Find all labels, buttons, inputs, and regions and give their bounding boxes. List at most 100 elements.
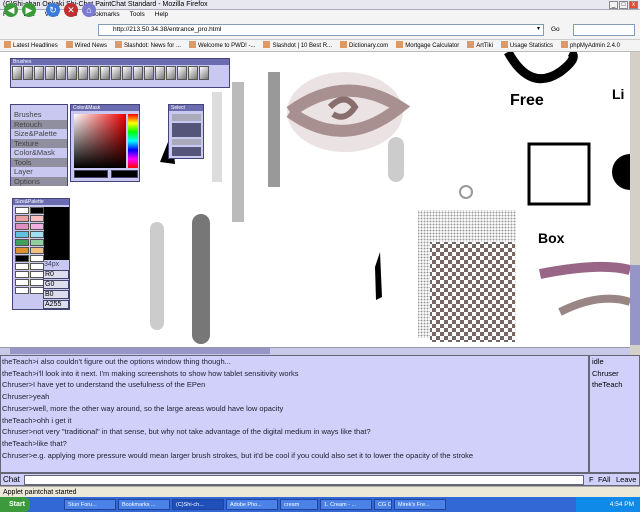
select-option[interactable] [172,139,201,145]
palette-swatch[interactable] [15,279,29,286]
brush-tool-button[interactable] [45,66,55,80]
palette-swatch[interactable] [30,247,44,254]
close-button[interactable]: x [629,1,638,9]
brush-tool-button[interactable] [188,66,198,80]
palette-swatch[interactable] [30,239,44,246]
palette-swatch[interactable] [30,231,44,238]
palette-swatch[interactable] [15,247,29,254]
taskbar-item[interactable]: (C)Shi-ch... [172,499,224,510]
hue-slider[interactable] [128,114,138,168]
brush-tool-button[interactable] [122,66,132,80]
bookmark-item[interactable]: Slashdot | 10 Best R... [263,40,332,51]
chat-input[interactable] [24,475,584,485]
palette-swatch[interactable] [15,271,29,278]
brush-tool-button[interactable] [199,66,209,80]
palette-swatch[interactable] [15,287,29,294]
palette-swatch[interactable] [15,231,29,238]
bookmark-item[interactable]: phpMyAdmin 2.4.0 [560,40,620,51]
taskbar-item[interactable]: Adobe Pho... [226,499,278,510]
menu-retouch[interactable]: Retouch [11,119,67,129]
home-icon[interactable]: ⌂ [82,3,96,17]
blue-value[interactable]: B0 [43,290,69,299]
brush-tool-button[interactable] [67,66,77,80]
menu-size-palette[interactable]: Size&Palette [11,129,67,139]
maximize-button[interactable]: □ [619,1,628,9]
chevron-down-icon[interactable]: ▾ [537,25,544,35]
go-button[interactable]: Go [551,24,571,36]
back-icon[interactable]: ◀ [4,3,18,17]
brush-tool-button[interactable] [23,66,33,80]
bookmark-item[interactable]: ArtTiki [467,40,493,51]
palette-swatch[interactable] [15,215,29,222]
brush-size-preview[interactable] [44,207,69,260]
brush-tool-button[interactable] [100,66,110,80]
search-input[interactable] [573,24,635,36]
palette-swatch[interactable] [30,263,44,270]
palette-swatch[interactable] [15,223,29,230]
palette-swatch[interactable] [15,239,29,246]
menu-brushes[interactable]: Brushes [11,110,67,120]
palette-swatch[interactable] [30,271,44,278]
taskbar-item[interactable]: 1. Cream - ... [320,499,372,510]
brush-tool-button[interactable] [133,66,143,80]
fall-button[interactable]: FAll [598,475,611,484]
palette-swatch[interactable] [30,223,44,230]
vertical-scroll-thumb[interactable] [630,265,640,345]
palette-swatch[interactable] [30,279,44,286]
bookmark-item[interactable]: Dictionary.com [340,40,388,51]
bookmark-item[interactable]: Usage Statistics [500,40,553,51]
select-apply-button[interactable] [172,147,201,156]
forward-icon[interactable]: ▶ [22,3,36,17]
brush-tool-button[interactable] [177,66,187,80]
palette-swatch[interactable] [15,255,29,262]
color-picker-square[interactable] [74,114,126,168]
palette-swatch[interactable] [15,263,29,270]
drawing-canvas[interactable]: Free Box Li Brushes Brushes Retouch Size… [0,52,630,347]
brush-tool-button[interactable] [144,66,154,80]
f-button[interactable]: F [589,475,594,484]
minimize-button[interactable]: _ [609,1,618,9]
taskbar-item[interactable]: cream [280,499,318,510]
taskbar-item[interactable]: Stun Foru... [64,499,116,510]
user-item[interactable]: Chruser [590,368,639,380]
palette-swatch[interactable] [30,207,44,214]
brush-tool-button[interactable] [12,66,22,80]
menu-tools[interactable]: Tools [11,157,67,167]
brush-tool-button[interactable] [56,66,66,80]
leave-button[interactable]: Leave [616,475,636,484]
palette-swatch[interactable] [15,207,29,214]
menu-layer[interactable]: Layer [11,167,67,177]
brush-tool-button[interactable] [34,66,44,80]
bookmark-item[interactable]: Wired News [65,40,107,51]
palette-swatch[interactable] [30,287,44,294]
brush-tool-button[interactable] [78,66,88,80]
palette-swatch[interactable] [30,215,44,222]
taskbar-item[interactable]: Mirek's Fre... [394,499,446,510]
alpha-value[interactable]: A255 [43,300,69,309]
bookmark-item[interactable]: Slashdot: News for ... [114,40,181,51]
brush-tool-button[interactable] [89,66,99,80]
brush-tool-button[interactable] [155,66,165,80]
bookmark-item[interactable]: Mortgage Calculator [396,40,459,51]
green-value[interactable]: G0 [43,280,69,289]
user-item[interactable]: theTeach [590,379,639,391]
bookmark-item[interactable]: Latest Headlines [4,40,58,51]
stop-icon[interactable]: ✕ [64,3,78,17]
select-mode-button[interactable] [172,123,201,137]
user-item[interactable]: idle [590,356,639,368]
start-button[interactable]: Start [0,497,30,512]
menu-color-mask[interactable]: Color&Mask [11,148,67,158]
red-value[interactable]: R0 [43,270,69,279]
menu-texture[interactable]: Texture [11,138,67,148]
taskbar-item[interactable]: CG Curricul... [374,499,392,510]
palette-swatch[interactable] [30,255,44,262]
menu-options[interactable]: Options [11,176,67,186]
taskbar-item[interactable]: Bookmarks ... [118,499,170,510]
reload-icon[interactable]: ↻ [46,3,60,17]
menu-help[interactable]: Help [155,10,168,20]
bookmark-item[interactable]: Welcome to PWD! -... [188,40,256,51]
brush-tool-button[interactable] [166,66,176,80]
alpha-option[interactable] [172,114,201,121]
menu-tools[interactable]: Tools [130,10,145,20]
address-bar[interactable]: http://213.50.34.38/entrance_pro.html [98,24,544,36]
